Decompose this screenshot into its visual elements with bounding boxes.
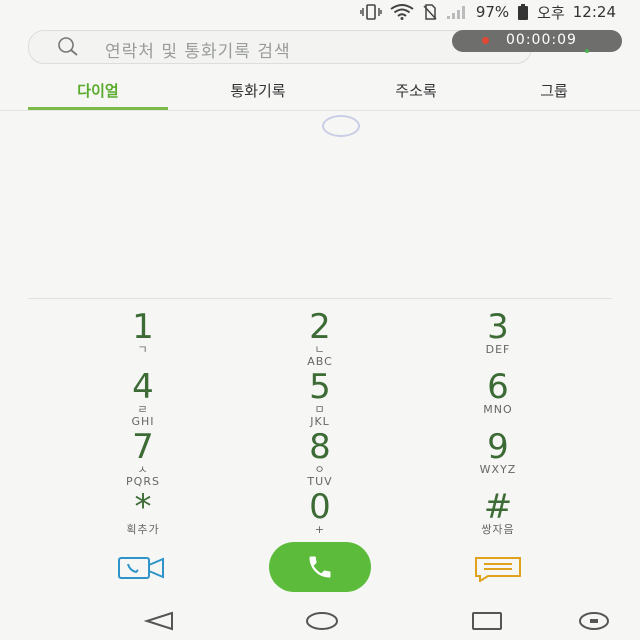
active-tab-indicator xyxy=(28,107,168,110)
key-8[interactable]: 8 ㅇ TUV xyxy=(260,430,380,488)
key-1[interactable]: 1 ㄱ xyxy=(83,310,203,356)
key-5[interactable]: 5 ㅁ JKL xyxy=(260,370,380,428)
ampm-label: 오후 xyxy=(537,3,565,22)
key-6[interactable]: 6 MNO xyxy=(438,370,558,416)
keypad-divider xyxy=(28,298,612,299)
signal-icon xyxy=(446,4,468,20)
key-star[interactable]: * 획추가 xyxy=(83,490,203,536)
tab-contacts[interactable]: 주소록 xyxy=(346,80,486,101)
tab-dialer[interactable]: 다이얼 xyxy=(28,80,168,101)
search-placeholder: 연락처 및 통화기록 검색 xyxy=(105,42,291,62)
status-icons: 97% 오후 12:24 xyxy=(360,2,616,22)
battery-icon xyxy=(517,4,529,20)
status-bar: 97% 오후 12:24 xyxy=(0,0,640,24)
ongoing-call-chip[interactable]: 00:00:09 xyxy=(452,30,622,52)
navigation-bar xyxy=(0,600,640,640)
key-letters: DEF xyxy=(485,343,511,356)
key-4[interactable]: 4 ㄹ GHI xyxy=(83,370,203,428)
call-duration: 00:00:09 xyxy=(506,32,577,48)
key-letters: 획추가 xyxy=(126,523,160,536)
vibrate-icon xyxy=(360,4,382,20)
key-letters: 쌍자음 xyxy=(481,523,515,536)
recents-icon[interactable] xyxy=(471,611,503,635)
clock: 12:24 xyxy=(572,3,616,21)
key-hash[interactable]: # 쌍자음 xyxy=(438,490,558,536)
key-digit: 0 xyxy=(309,487,331,527)
key-digit: # xyxy=(483,487,513,527)
tab-groups[interactable]: 그룹 xyxy=(484,80,624,101)
home-icon[interactable] xyxy=(305,611,339,635)
key-letters: + xyxy=(314,523,326,536)
key-digit: 7 xyxy=(132,427,154,467)
key-0[interactable]: 0 + xyxy=(260,490,380,536)
key-letters: MNO xyxy=(483,403,513,416)
tab-bar: 다이얼 통화기록 주소록 그룹 xyxy=(0,72,640,111)
call-button[interactable] xyxy=(269,542,371,592)
tab-call-log[interactable]: 통화기록 xyxy=(188,80,328,101)
key-digit: 6 xyxy=(487,367,509,407)
key-digit: 2 xyxy=(309,307,331,347)
key-2[interactable]: 2 ㄴ ABC xyxy=(260,310,380,368)
call-indicator-icon xyxy=(482,37,489,44)
wifi-icon xyxy=(390,4,414,20)
key-9[interactable]: 9 WXYZ xyxy=(438,430,558,476)
menu-dot-icon[interactable] xyxy=(585,49,589,53)
back-icon[interactable] xyxy=(143,611,174,635)
key-digit: * xyxy=(134,487,152,527)
key-digit: 5 xyxy=(309,367,331,407)
key-jamo: ㄱ xyxy=(137,343,149,356)
key-7[interactable]: 7 ㅅ PQRS xyxy=(83,430,203,488)
phone-icon xyxy=(309,556,331,578)
key-digit: 8 xyxy=(309,427,331,467)
search-icon xyxy=(57,37,79,61)
no-sim-icon xyxy=(422,4,438,20)
extra-icon[interactable] xyxy=(578,611,610,635)
key-digit: 9 xyxy=(487,427,509,467)
video-call-icon[interactable] xyxy=(118,556,168,584)
key-digit: 1 xyxy=(132,307,154,347)
key-digit: 4 xyxy=(132,367,154,407)
battery-percent: 97% xyxy=(475,3,510,21)
loading-spinner xyxy=(322,115,360,137)
message-icon[interactable] xyxy=(474,556,522,586)
key-3[interactable]: 3 DEF xyxy=(438,310,558,356)
key-letters: WXYZ xyxy=(479,463,517,476)
key-digit: 3 xyxy=(487,307,509,347)
